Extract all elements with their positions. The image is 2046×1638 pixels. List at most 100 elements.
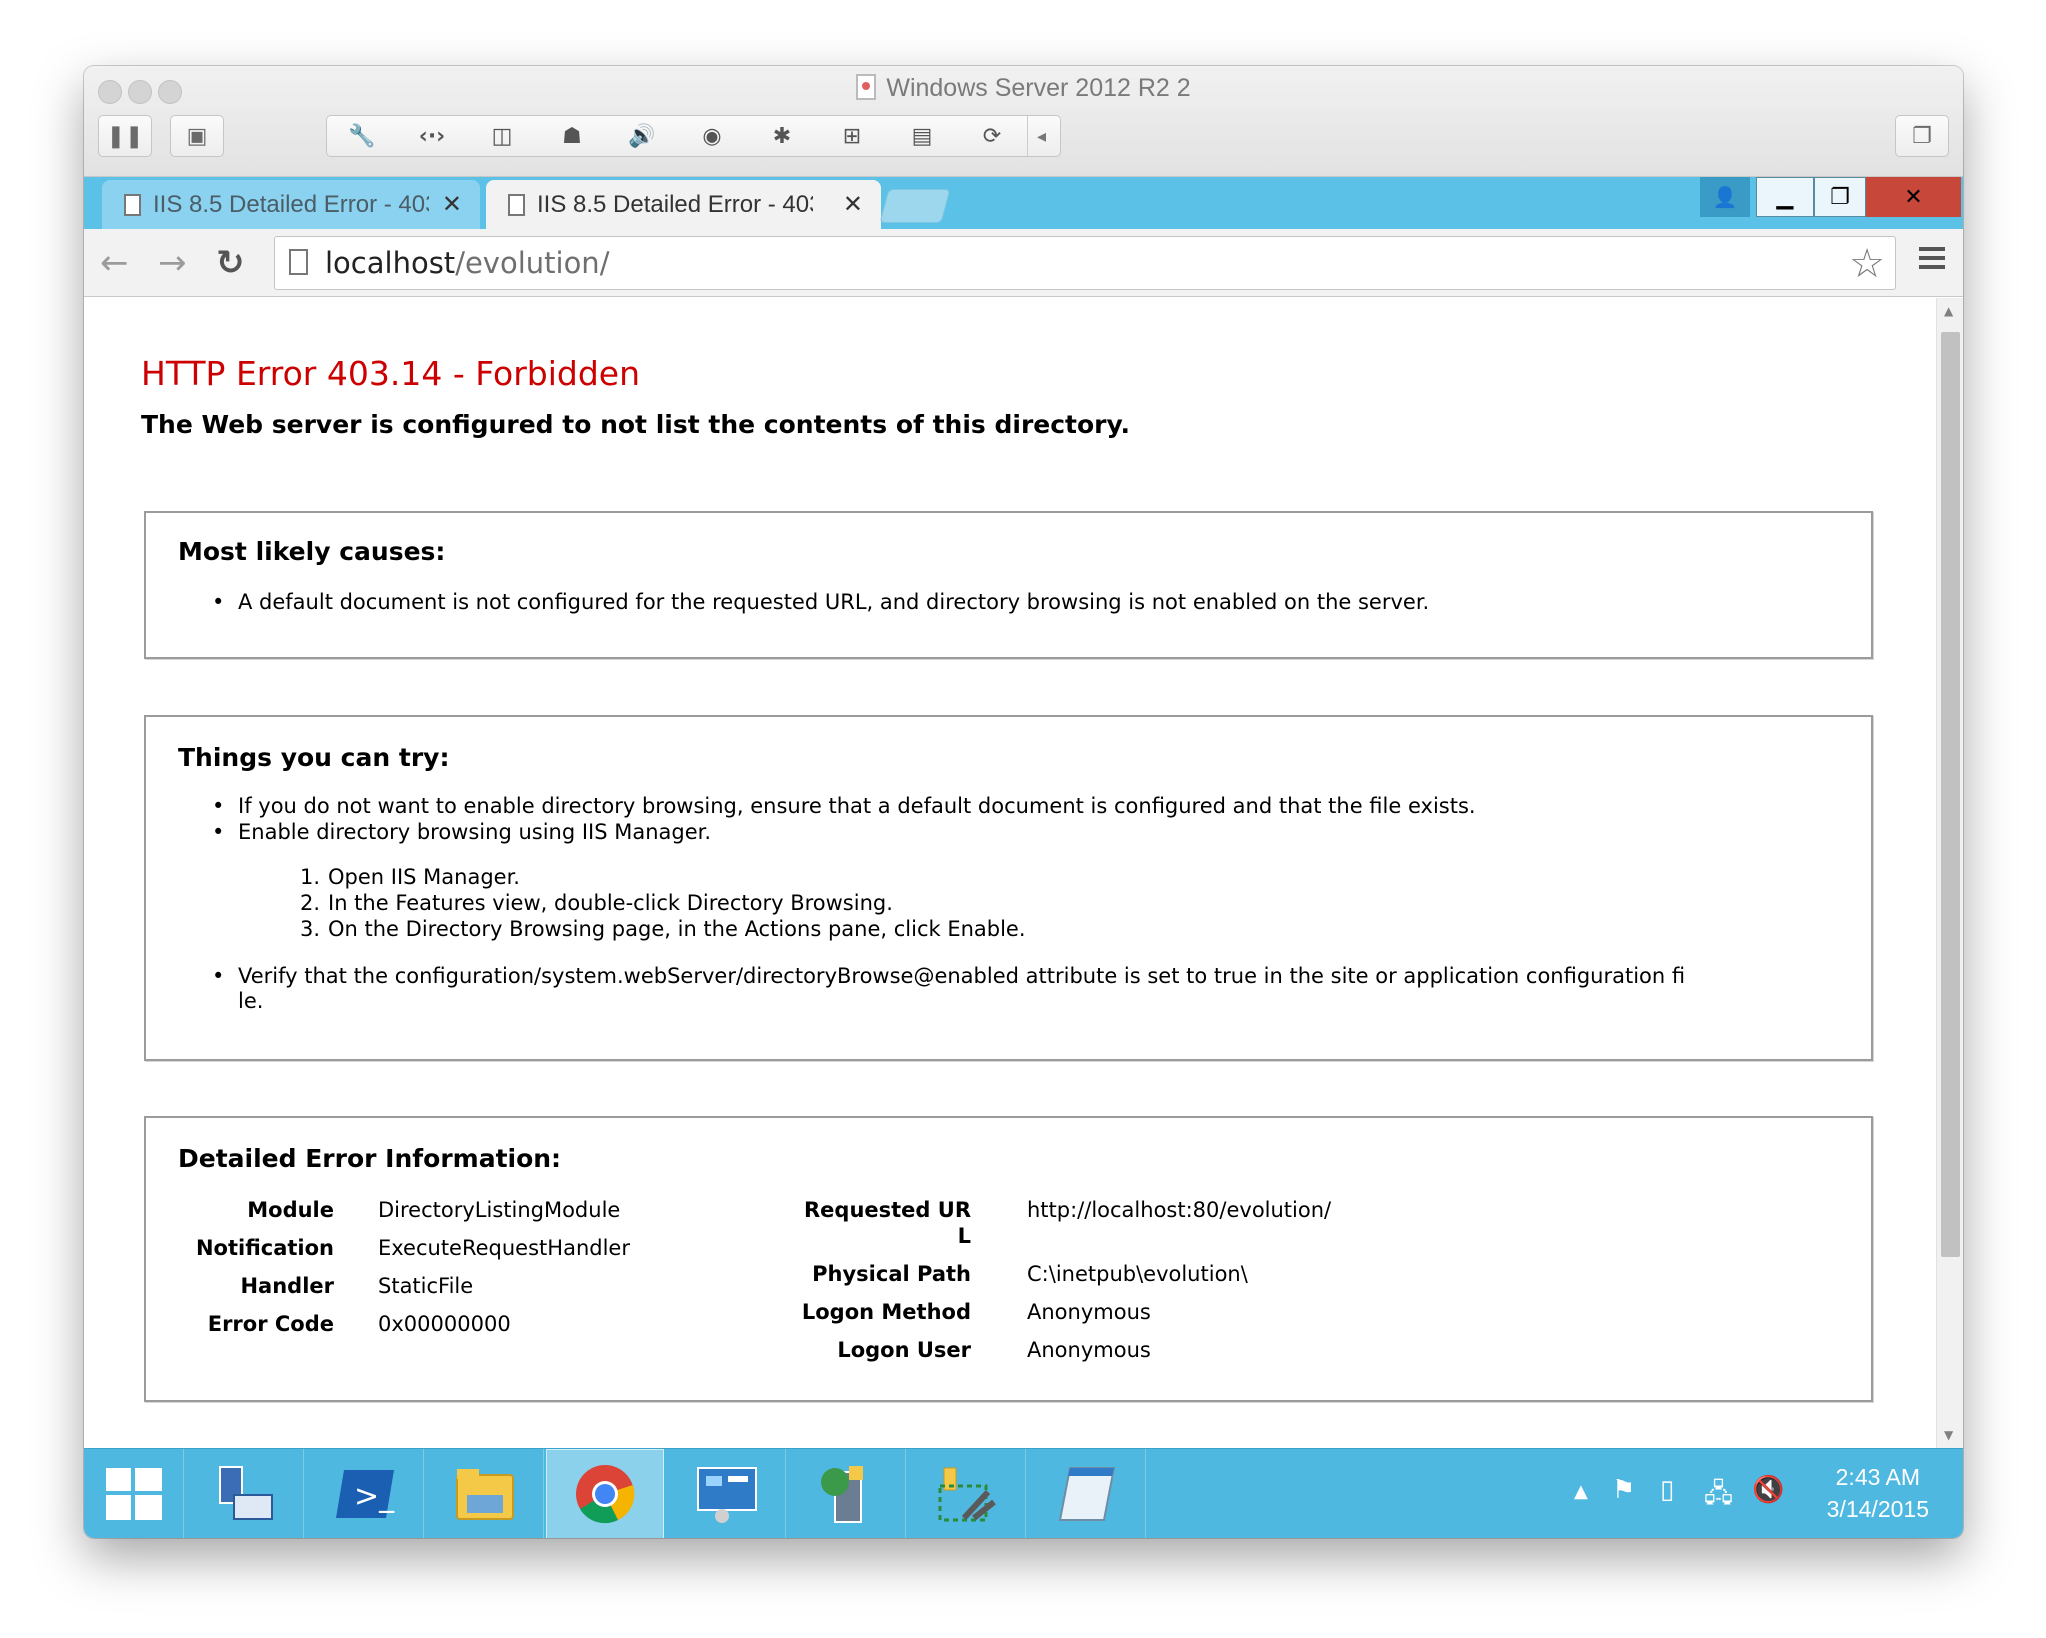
pause-icon: ❚❚ xyxy=(106,123,144,149)
tab-inactive[interactable]: IIS 8.5 Detailed Error - 403 ✕ xyxy=(102,180,480,229)
sync-icon[interactable]: ⟳ xyxy=(957,124,1027,149)
bookmark-star-icon[interactable]: ☆ xyxy=(1849,241,1885,287)
vm-titlebar: Windows Server 2012 R2 2 ❚❚ ▣ 🔧 ‹·› ◫ ☗ … xyxy=(84,66,1963,177)
scrollbar-thumb[interactable] xyxy=(1941,332,1960,1257)
notepad-icon xyxy=(1058,1467,1115,1521)
wrench-icon[interactable]: 🔧 xyxy=(327,124,397,149)
try-box: Things you can try: If you do not want t… xyxy=(144,715,1873,1061)
url-host: localhost xyxy=(325,246,456,280)
detail-value-error-code: 0x00000000 xyxy=(378,1312,511,1336)
detail-value-logon-user: Anonymous xyxy=(1027,1338,1151,1362)
admin-tools-icon xyxy=(938,1467,996,1522)
network-icon[interactable]: ‹·› xyxy=(397,124,467,149)
svg-text:>_: >_ xyxy=(354,1479,395,1514)
taskbar-admin-tools[interactable] xyxy=(908,1449,1026,1538)
vm-device-toolbar: 🔧 ‹·› ◫ ☗ 🔊 ◉ ✱ ⊞ ▤ ⟳ ◂ xyxy=(326,115,1061,157)
detail-value-logon-method: Anonymous xyxy=(1027,1300,1151,1324)
bluetooth-icon[interactable]: ✱ xyxy=(747,124,817,149)
chevron-left-icon[interactable]: ◂ xyxy=(1027,116,1055,156)
snapshot-button[interactable]: ▣ xyxy=(170,115,224,157)
close-button[interactable]: ✕ xyxy=(1866,177,1961,217)
list-item: Enable directory browsing using IIS Mana… xyxy=(212,819,711,845)
detail-value-module: DirectoryListingModule xyxy=(378,1198,621,1222)
power-icon[interactable]: ▯ xyxy=(1660,1475,1674,1505)
page-title: HTTP Error 403.14 - Forbidden xyxy=(141,354,641,393)
detail-value-notification: ExecuteRequestHandler xyxy=(378,1236,630,1260)
address-bar[interactable]: localhost/evolution/ ☆ xyxy=(274,236,1896,290)
detail-label-error-code: Error Code xyxy=(207,1312,334,1336)
volume-muted-icon[interactable]: 🔇 xyxy=(1752,1475,1784,1505)
show-hidden-icons-icon[interactable]: ▲ xyxy=(1574,1481,1588,1502)
system-clock[interactable]: 2:43 AM 3/14/2015 xyxy=(1827,1461,1929,1525)
step-item: 1. Open IIS Manager. xyxy=(299,865,520,889)
close-tab-icon[interactable]: ✕ xyxy=(843,190,863,219)
taskbar-chrome[interactable] xyxy=(546,1449,664,1538)
taskbar-control-panel[interactable] xyxy=(668,1449,786,1538)
detail-label-module: Module xyxy=(247,1198,334,1222)
url-path: /evolution/ xyxy=(455,246,610,280)
detail-label-requested-url-wrap: L xyxy=(957,1224,971,1248)
camera-icon[interactable]: ◉ xyxy=(677,124,747,149)
page-subtitle: The Web server is configured to not list… xyxy=(141,410,1131,439)
taskbar-server-tools[interactable] xyxy=(788,1449,906,1538)
menu-icon[interactable] xyxy=(1919,247,1945,274)
tab-strip: IIS 8.5 Detailed Error - 403 ✕ IIS 8.5 D… xyxy=(84,177,1963,229)
tab-active[interactable]: IIS 8.5 Detailed Error - 403 ✕ xyxy=(486,180,881,229)
taskbar-server-manager[interactable] xyxy=(186,1449,304,1538)
usb-icon[interactable]: ⊞ xyxy=(817,124,887,149)
detail-value-handler: StaticFile xyxy=(378,1274,474,1298)
disk-icon[interactable]: ◫ xyxy=(467,124,537,149)
taskbar: >_ ▲ ⚑ ▯ 🖧 🔇 2:43 AM 3/14/2015 xyxy=(84,1448,1963,1538)
step-item: 3. On the Directory Browsing page, in the… xyxy=(299,917,1026,941)
network-tray-icon[interactable]: 🖧 xyxy=(1704,1475,1733,1519)
taskbar-powershell[interactable]: >_ xyxy=(306,1449,424,1538)
clock-time: 2:43 AM xyxy=(1835,1464,1921,1490)
detail-label-physical-path: Physical Path xyxy=(812,1262,971,1286)
snapshot-icon: ▣ xyxy=(186,123,208,149)
lock-icon[interactable]: ☗ xyxy=(537,124,607,149)
close-tab-icon[interactable]: ✕ xyxy=(442,190,462,219)
control-panel-icon xyxy=(696,1467,757,1523)
maximize-button[interactable]: ❐ xyxy=(1814,177,1866,217)
action-center-flag-icon[interactable]: ⚑ xyxy=(1612,1475,1635,1505)
taskbar-notepad[interactable] xyxy=(1028,1449,1146,1538)
scroll-down-arrow-icon[interactable]: ▼ xyxy=(1944,1428,1953,1442)
detail-label-handler: Handler xyxy=(240,1274,334,1298)
powershell-icon: >_ xyxy=(335,1470,395,1518)
start-button[interactable] xyxy=(84,1449,184,1538)
scroll-up-arrow-icon[interactable]: ▲ xyxy=(1944,304,1953,318)
detail-label-notification: Notification xyxy=(195,1236,334,1260)
list-item: Verify that the configuration/system.web… xyxy=(212,963,1685,989)
new-tab-button[interactable] xyxy=(879,189,951,223)
detail-label-logon-user: Logon User xyxy=(837,1338,971,1362)
restore-view-button[interactable]: ❐ xyxy=(1895,115,1949,157)
detail-value-physical-path: C:\inetpub\evolution\ xyxy=(1027,1262,1248,1286)
server-manager-icon xyxy=(218,1466,273,1520)
causes-box: Most likely causes: A default document i… xyxy=(144,511,1873,659)
folder-icon xyxy=(455,1469,514,1520)
vertical-scrollbar[interactable]: ▲ ▼ xyxy=(1936,298,1963,1448)
page-icon xyxy=(124,193,141,216)
pause-button[interactable]: ❚❚ xyxy=(98,115,152,157)
volume-icon[interactable]: 🔊 xyxy=(607,124,677,149)
vm-window: Windows Server 2012 R2 2 ❚❚ ▣ 🔧 ‹·› ◫ ☗ … xyxy=(84,66,1963,1538)
detail-label-requested-url: Requested UR xyxy=(804,1198,971,1222)
detail-label-logon-method: Logon Method xyxy=(801,1300,971,1324)
guest-desktop: IIS 8.5 Detailed Error - 403 ✕ IIS 8.5 D… xyxy=(84,177,1963,1538)
causes-heading: Most likely causes: xyxy=(178,537,446,566)
back-arrow-icon[interactable]: ← xyxy=(100,243,129,283)
reload-icon[interactable]: ↻ xyxy=(216,243,245,283)
taskbar-file-explorer[interactable] xyxy=(426,1449,544,1538)
minimize-button[interactable]: ▁ xyxy=(1756,177,1814,217)
windows-logo-icon xyxy=(105,1468,162,1520)
list-item: A default document is not configured for… xyxy=(212,589,1429,615)
save-icon[interactable]: ▤ xyxy=(887,124,957,149)
forward-arrow-icon[interactable]: → xyxy=(158,243,187,283)
page-content: HTTP Error 403.14 - Forbidden The Web se… xyxy=(84,298,1934,1448)
step-item: 2. In the Features view, double-click Dir… xyxy=(299,891,893,915)
tab-label: IIS 8.5 Detailed Error - 403 xyxy=(153,190,429,218)
user-icon[interactable]: 👤 xyxy=(1700,177,1750,217)
clock-date: 3/14/2015 xyxy=(1826,1496,1929,1522)
vm-document-icon xyxy=(856,74,877,100)
details-box: Detailed Error Information: Module Direc… xyxy=(144,1116,1873,1402)
